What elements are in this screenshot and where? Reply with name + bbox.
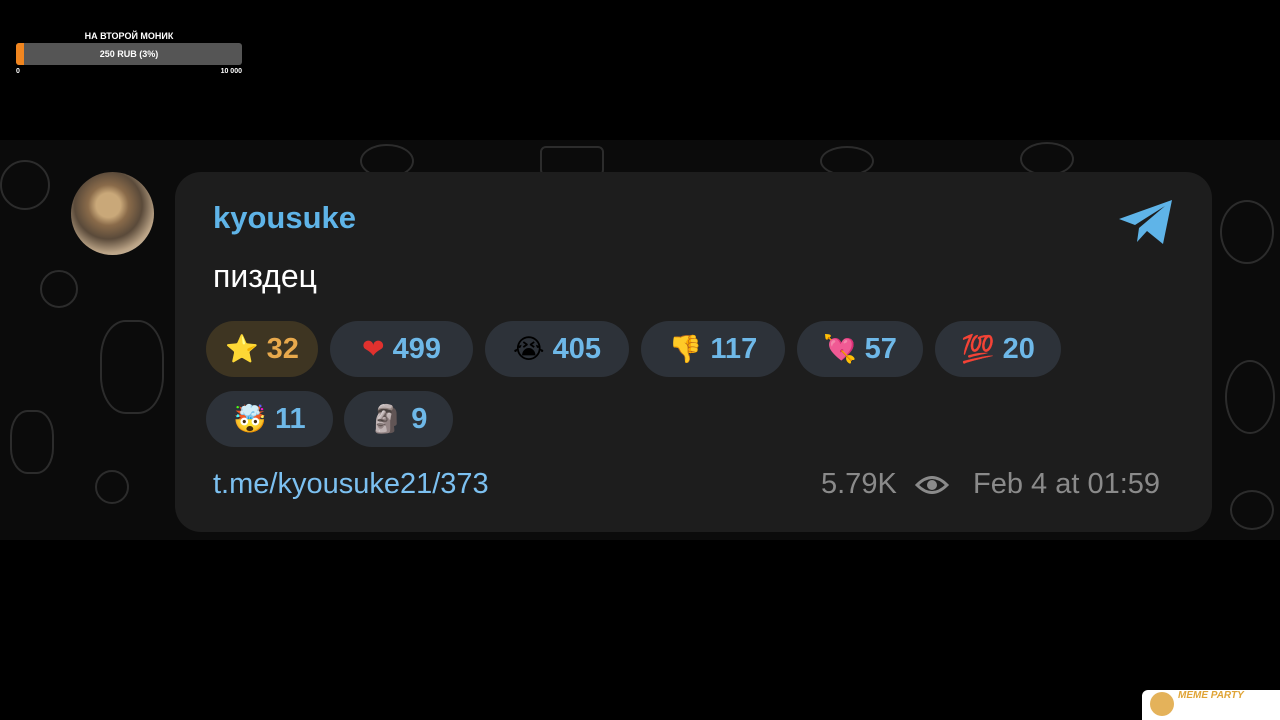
goal-scale: 0 10 000 bbox=[16, 65, 242, 77]
reaction-count: 117 bbox=[710, 332, 758, 365]
thumbs-down-icon: 👎 bbox=[668, 333, 703, 365]
eye-icon bbox=[915, 476, 949, 494]
goal-title: НА ВТОРОЙ МОНИК bbox=[84, 31, 174, 41]
reaction-count: 11 bbox=[274, 402, 306, 435]
doodle bbox=[40, 270, 78, 308]
hundred-icon: 💯 bbox=[961, 333, 995, 365]
reaction-heart-arrow[interactable]: 💘 57 bbox=[797, 321, 923, 377]
reaction-moai[interactable]: 🗿 9 bbox=[344, 391, 453, 447]
heart-icon: ❤ bbox=[361, 333, 385, 365]
doodle bbox=[95, 470, 129, 504]
reaction-count: 57 bbox=[864, 332, 897, 365]
reaction-exploding-head[interactable]: 🤯 11 bbox=[206, 391, 333, 447]
author-name[interactable]: kyousuke bbox=[213, 200, 356, 236]
post-link[interactable]: t.me/kyousuke21/373 bbox=[213, 468, 489, 501]
telegram-plane-icon bbox=[1119, 200, 1172, 244]
crying-face-icon: 😭 bbox=[513, 333, 545, 365]
message-bubble: kyousuke пиздец ⭐ 32 ❤ 499 😭 405 👎 117 💘… bbox=[175, 172, 1212, 532]
reaction-count: 9 bbox=[411, 402, 428, 435]
goal-progress-bar: 250 RUB (3%) bbox=[16, 43, 242, 65]
reaction-star[interactable]: ⭐ 32 bbox=[206, 321, 318, 377]
goal-amount: 250 RUB (3%) bbox=[99, 49, 159, 59]
doodle bbox=[1225, 360, 1275, 434]
donation-goal: НА ВТОРОЙ МОНИК 250 RUB (3%) 0 10 000 bbox=[16, 30, 242, 77]
reaction-thumbs-down[interactable]: 👎 117 bbox=[641, 321, 785, 377]
reaction-hundred[interactable]: 💯 20 bbox=[935, 321, 1061, 377]
doodle bbox=[1220, 200, 1274, 264]
doodle bbox=[100, 320, 164, 414]
star-icon: ⭐ bbox=[225, 333, 259, 365]
doodle bbox=[1230, 490, 1274, 530]
watermark-text: MEME PARTY bbox=[1178, 690, 1244, 701]
reaction-count: 32 bbox=[266, 332, 299, 365]
reaction-heart[interactable]: ❤ 499 bbox=[330, 321, 473, 377]
view-count: 5.79K bbox=[821, 468, 897, 500]
reaction-crying[interactable]: 😭 405 bbox=[485, 321, 629, 377]
doodle bbox=[0, 160, 50, 210]
message-text: пиздец bbox=[213, 258, 317, 294]
post-date: Feb 4 at 01:59 bbox=[973, 468, 1161, 500]
meme-party-watermark: MEME PARTY bbox=[1142, 690, 1280, 720]
doodle bbox=[10, 410, 54, 474]
reaction-count: 20 bbox=[1002, 332, 1035, 365]
goal-min: 0 bbox=[16, 68, 20, 75]
avatar[interactable] bbox=[71, 172, 154, 255]
heart-arrow-icon: 💘 bbox=[823, 333, 857, 365]
reaction-count: 499 bbox=[392, 332, 441, 365]
reaction-count: 405 bbox=[552, 332, 601, 365]
exploding-head-icon: 🤯 bbox=[233, 403, 267, 435]
doge-icon bbox=[1150, 692, 1174, 716]
moai-icon: 🗿 bbox=[369, 403, 404, 435]
goal-max: 10 000 bbox=[220, 68, 242, 75]
doodle bbox=[1020, 142, 1074, 176]
